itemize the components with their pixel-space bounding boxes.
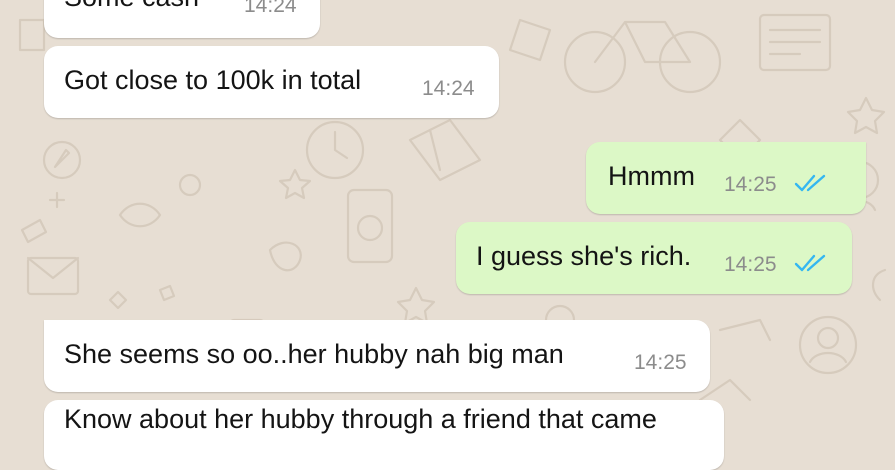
message-list[interactable]: Some cash 14:24 Got close to 100k in tot…: [0, 0, 895, 470]
message-bubble-incoming[interactable]: Know about her hubby through a friend th…: [44, 400, 724, 470]
message-bubble-incoming[interactable]: She seems so oo..her hubby nah big man 1…: [44, 320, 710, 392]
message-timestamp: 14:24: [422, 77, 475, 100]
message-text: Some cash: [64, 0, 199, 13]
message-text: I guess she's rich.: [476, 241, 692, 271]
message-timestamp: 14:24: [244, 0, 297, 17]
message-text: She seems so oo..her hubby nah big man: [64, 339, 564, 369]
message-bubble-outgoing[interactable]: I guess she's rich. 14:25: [456, 222, 852, 294]
message-bubble-incoming[interactable]: Got close to 100k in total 14:24: [44, 46, 499, 118]
read-double-tick-icon: [794, 254, 826, 272]
message-text: Hmmm: [608, 161, 695, 191]
message-timestamp: 14:25: [724, 173, 777, 196]
message-bubble-outgoing[interactable]: Hmmm 14:25: [586, 142, 866, 214]
message-timestamp: 14:25: [724, 253, 777, 276]
message-timestamp: 14:25: [634, 351, 687, 374]
message-text: Got close to 100k in total: [64, 65, 362, 95]
message-bubble-incoming[interactable]: Some cash 14:24: [44, 0, 320, 38]
read-double-tick-icon: [794, 174, 826, 192]
